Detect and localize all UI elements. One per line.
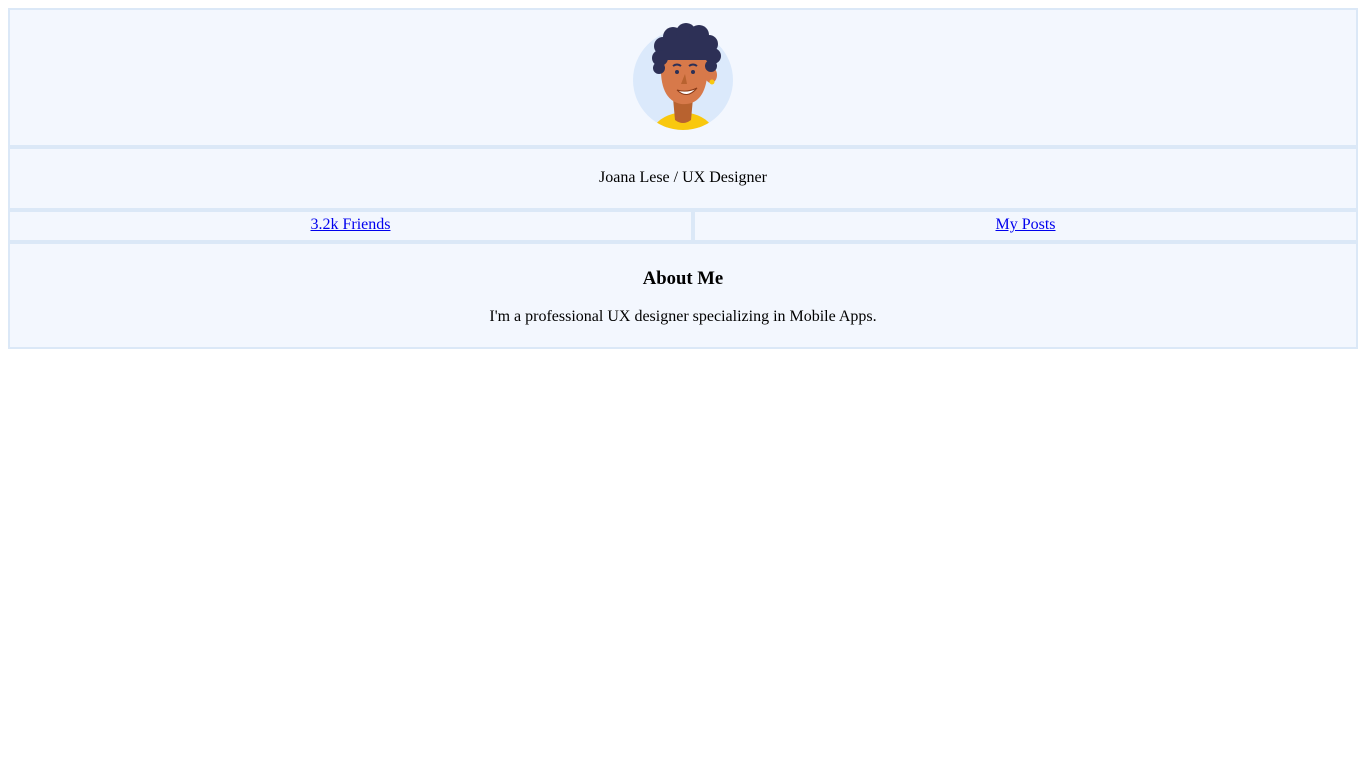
profile-headline: Joana Lese / UX Designer [10,169,1356,187]
about-title: About Me [642,268,724,289]
avatar-cell [10,10,1356,145]
friends-link[interactable]: 3.2k Friends [311,216,391,233]
name-cell: Joana Lese / UX Designer [10,149,1356,208]
posts-cell: My Posts [695,212,1356,240]
about-text: I'm a professional UX designer specializ… [489,308,877,325]
my-posts-link[interactable]: My Posts [995,216,1055,233]
name-role-separator: / [673,169,679,186]
about-cell: About Me I'm a professional UX designer … [10,244,1356,347]
profile-card: Joana Lese / UX Designer 3.2k Friends My… [8,8,1358,349]
profile-role: UX Designer [682,169,767,186]
person-avatar-icon [633,23,733,130]
profile-name: Joana Lese [599,169,670,186]
friends-cell: 3.2k Friends [10,212,691,240]
